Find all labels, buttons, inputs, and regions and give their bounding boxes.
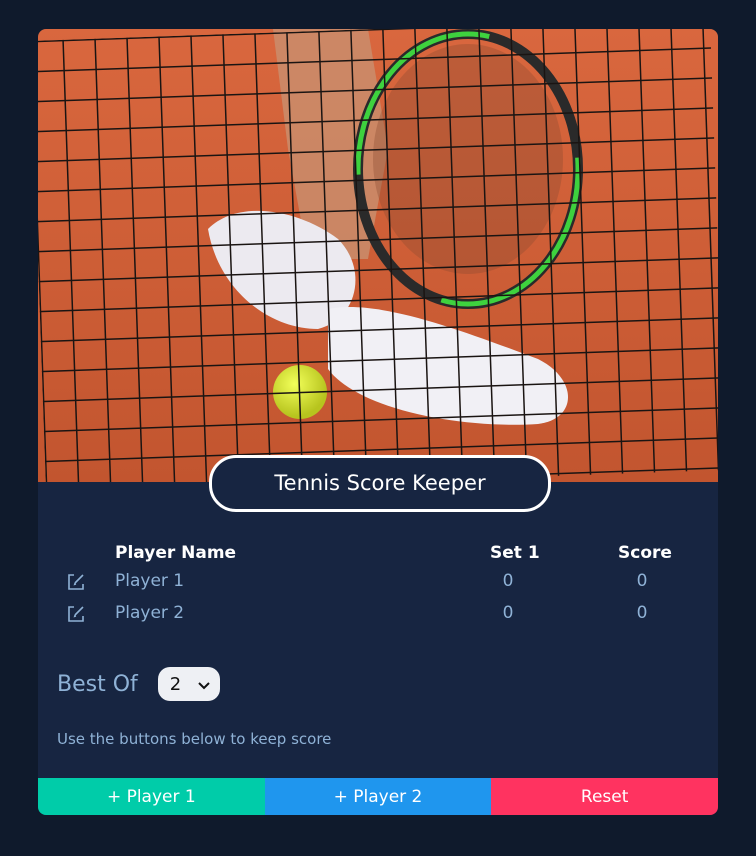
chevron-down-icon bbox=[198, 675, 210, 694]
best-of-control: Best Of 2 bbox=[57, 666, 220, 702]
player-name: Player 2 bbox=[115, 603, 185, 623]
best-of-label: Best Of bbox=[57, 671, 138, 697]
set-1-value: 0 bbox=[502, 603, 514, 623]
player-name: Player 1 bbox=[115, 571, 185, 591]
table-header: Player Name Set 1 Score bbox=[38, 541, 718, 571]
best-of-value: 2 bbox=[169, 673, 182, 695]
edit-icon[interactable] bbox=[66, 604, 86, 624]
app-title: Tennis Score Keeper bbox=[209, 455, 551, 512]
table-row: Player 1 0 0 bbox=[38, 571, 718, 603]
header-score: Score bbox=[618, 543, 672, 563]
add-player-1-button[interactable]: + Player 1 bbox=[38, 778, 265, 815]
reset-button[interactable]: Reset bbox=[491, 778, 718, 815]
best-of-select[interactable]: 2 bbox=[157, 667, 220, 701]
set-1-value: 0 bbox=[502, 571, 514, 591]
header-set-1: Set 1 bbox=[490, 543, 540, 563]
score-keeper-card: Tennis Score Keeper Player Name Set 1 Sc… bbox=[38, 29, 718, 815]
hint-text: Use the buttons below to keep score bbox=[57, 730, 332, 748]
action-buttons: + Player 1 + Player 2 Reset bbox=[38, 778, 718, 815]
edit-icon[interactable] bbox=[66, 572, 86, 592]
score-value: 0 bbox=[636, 603, 648, 623]
hero-image bbox=[38, 29, 718, 482]
score-value: 0 bbox=[636, 571, 648, 591]
header-player-name: Player Name bbox=[115, 543, 237, 563]
score-table: Player Name Set 1 Score Player 1 0 0 Pla… bbox=[38, 541, 718, 635]
table-row: Player 2 0 0 bbox=[38, 603, 718, 635]
add-player-2-button[interactable]: + Player 2 bbox=[264, 778, 492, 815]
